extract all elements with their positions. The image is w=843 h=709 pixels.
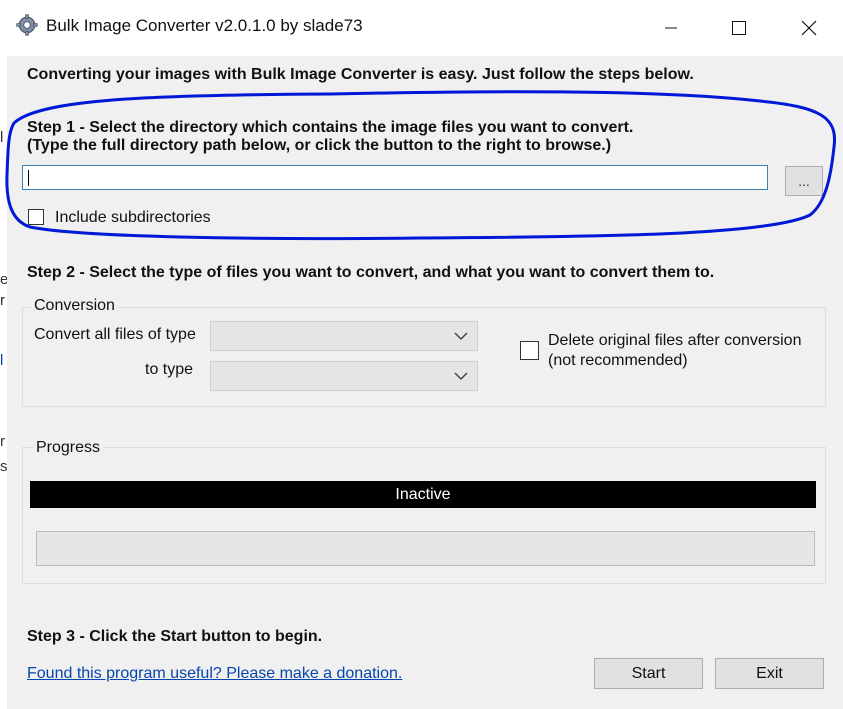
exit-button[interactable]: Exit: [715, 658, 824, 689]
minimize-icon: [665, 27, 677, 29]
minimize-button[interactable]: [641, 6, 701, 50]
step2-heading: Step 2 - Select the type of files you wa…: [27, 264, 715, 281]
title-bar: Bulk Image Converter v2.0.1.0 by slade73: [0, 0, 843, 56]
maximize-icon: [732, 21, 746, 35]
close-icon: [801, 20, 817, 36]
background-text-fragment: r: [0, 292, 5, 309]
progress-group-label: Progress: [33, 439, 104, 457]
chevron-down-icon: [454, 332, 468, 341]
annotation-circle: [5, 90, 837, 241]
gear-app-icon: [16, 14, 38, 36]
window-title: Bulk Image Converter v2.0.1.0 by slade73: [46, 16, 363, 35]
progress-bar: [36, 531, 815, 566]
intro-text: Converting your images with Bulk Image C…: [27, 66, 694, 83]
step3-heading: Step 3 - Click the Start button to begin…: [27, 628, 323, 645]
from-type-select[interactable]: [210, 321, 478, 351]
chevron-down-icon: [454, 372, 468, 381]
delete-original-label: Delete original files after conversion: [548, 332, 802, 349]
donation-link[interactable]: Found this program useful? Please make a…: [27, 665, 402, 683]
conversion-group-label: Conversion: [31, 297, 118, 315]
to-type-select[interactable]: [210, 361, 478, 391]
maximize-button[interactable]: [709, 6, 769, 50]
start-button[interactable]: Start: [594, 658, 703, 689]
status-label: Inactive: [30, 481, 816, 508]
background-text-fragment: r: [0, 433, 5, 450]
from-type-label: Convert all files of type: [34, 326, 196, 343]
to-type-label: to type: [145, 361, 194, 378]
background-text-fragment: l: [0, 352, 4, 369]
delete-original-checkbox[interactable]: [520, 341, 539, 360]
close-button[interactable]: [779, 6, 839, 50]
delete-original-note: (not recommended): [548, 352, 688, 369]
